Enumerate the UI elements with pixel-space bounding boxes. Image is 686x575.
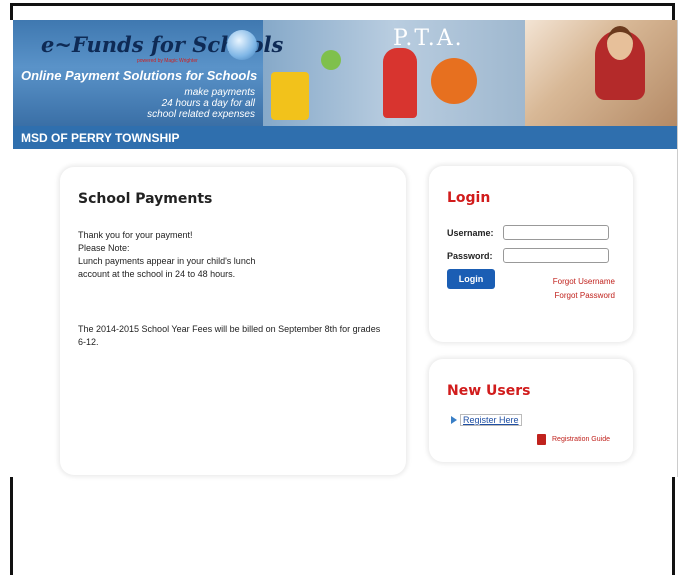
subtag-line: school related expenses	[147, 109, 255, 120]
globe-logo-icon	[227, 30, 257, 60]
new-users-title: New Users	[447, 383, 531, 399]
school-payments-panel: School Payments Thank you for your payme…	[60, 167, 406, 475]
message-line: Thank you for your payment!	[78, 230, 193, 240]
powered-by-text: powered by Magic Wrighter	[137, 58, 198, 64]
fees-notice: The 2014-2015 School Year Fees will be b…	[78, 324, 381, 347]
school-bus-image	[271, 72, 309, 120]
forgot-username-link[interactable]: Forgot Username	[553, 277, 615, 286]
message-line: account at the school in 24 to 48 hours.	[78, 269, 236, 279]
new-users-panel: New Users Register Here Registration Gui…	[429, 359, 633, 462]
photo-person-head	[607, 26, 633, 60]
arrow-right-icon	[451, 416, 457, 424]
password-input[interactable]	[503, 248, 609, 263]
window-frame-top	[10, 3, 675, 20]
window-frame-right	[672, 477, 675, 575]
registration-guide-link[interactable]: Registration Guide	[552, 436, 610, 443]
login-panel: Login Username: Password: Login Forgot U…	[429, 166, 633, 342]
banner-photo-woman	[525, 20, 677, 126]
banner-tagline: Online Payment Solutions for Schools	[21, 68, 258, 83]
district-name: MSD OF PERRY TOWNSHIP	[21, 131, 180, 145]
login-button[interactable]: Login	[447, 269, 495, 289]
banner-subtagline: make payments 24 hours a day for all sch…	[133, 87, 255, 120]
district-bar: MSD OF PERRY TOWNSHIP	[13, 126, 677, 149]
forgot-password-link[interactable]: Forgot Password	[555, 291, 615, 300]
username-input[interactable]	[503, 225, 609, 240]
subtag-line: 24 hours a day for all	[161, 98, 255, 109]
basketball-image	[431, 58, 477, 104]
pdf-icon[interactable]	[537, 434, 546, 445]
window-frame-left	[10, 477, 13, 575]
page-content: P.T.A. e~Funds for Schools powered by Ma…	[13, 20, 678, 477]
header-banner: P.T.A. e~Funds for Schools powered by Ma…	[13, 20, 677, 126]
username-label: Username:	[447, 228, 494, 238]
message-line: Please Note:	[78, 243, 130, 253]
subtag-line: make payments	[184, 87, 255, 98]
password-label: Password:	[447, 251, 493, 261]
banner-collage-image: P.T.A.	[263, 20, 525, 126]
child-image	[383, 48, 417, 118]
payment-confirmation-message: Thank you for your payment! Please Note:…	[78, 229, 255, 281]
login-title: Login	[447, 190, 491, 206]
school-payments-title: School Payments	[78, 191, 213, 207]
message-line: Lunch payments appear in your child's lu…	[78, 256, 256, 266]
register-here-link[interactable]: Register Here	[460, 414, 522, 426]
apple-image	[321, 50, 341, 70]
